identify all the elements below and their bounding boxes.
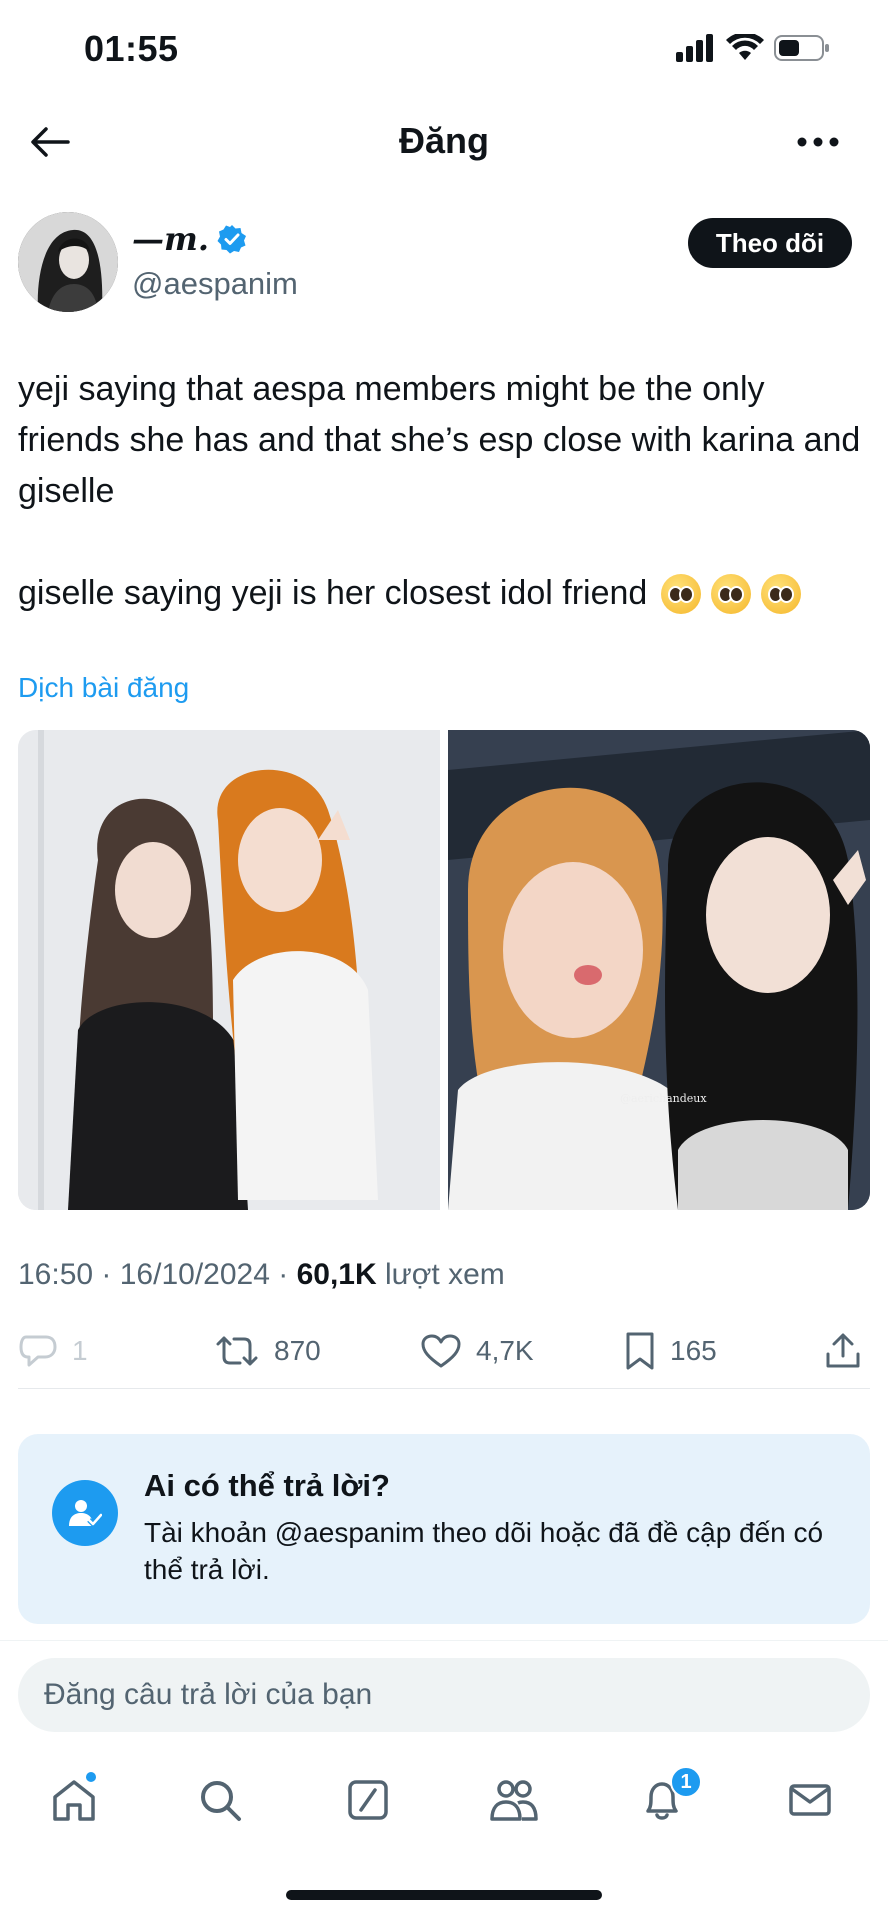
status-bar: 01:55: [0, 0, 888, 100]
bookmark-icon: [626, 1332, 654, 1370]
retweet-count: 870: [274, 1335, 321, 1366]
author-name[interactable]: —m.: [132, 220, 209, 258]
tab-communities[interactable]: [484, 1770, 544, 1830]
bookmark-count: 165: [670, 1335, 717, 1366]
status-icons: [676, 34, 830, 62]
notification-badge: 1: [670, 1766, 702, 1798]
view-count[interactable]: 60,1K: [297, 1258, 377, 1291]
status-time: 01:55: [84, 28, 179, 69]
avatar-photo: [18, 212, 118, 312]
tweet-meta: 16:50 · 16/10/2024 · 60,1K lượt xem: [18, 1258, 505, 1291]
reply-input[interactable]: Đăng câu trả lời của bạn: [18, 1658, 870, 1732]
bookmark-button[interactable]: 165: [624, 1326, 717, 1376]
retweet-button[interactable]: 870: [214, 1326, 321, 1376]
reply-count: 1: [72, 1335, 88, 1366]
share-icon: [826, 1333, 860, 1368]
avatar[interactable]: [18, 212, 118, 312]
mention-user-icon: [52, 1480, 118, 1546]
divider: [0, 1640, 888, 1641]
view-label: lượt xem: [384, 1258, 505, 1291]
grok-icon: [348, 1780, 388, 1820]
pleading-face-emoji: [761, 573, 802, 614]
share-button[interactable]: [824, 1326, 862, 1376]
home-new-indicator: [86, 1772, 96, 1782]
more-options-button[interactable]: [788, 118, 848, 166]
home-icon: [53, 1780, 95, 1821]
translate-post-link[interactable]: Dịch bài đăng: [18, 672, 189, 704]
photo-watermark: @aerichandeux: [620, 1092, 707, 1105]
pleading-face-emoji: [711, 573, 752, 614]
photo-right-image: @aerichandeux: [448, 730, 870, 1210]
retweet-icon: [216, 1336, 258, 1366]
photo-left[interactable]: [18, 730, 440, 1210]
tweet-text-second-paragraph: giselle saying yeji is her closest idol …: [18, 574, 648, 612]
tweet-text-line2: giselle saying yeji is her closest idol …: [18, 568, 870, 619]
verified-badge-icon: [217, 225, 246, 254]
follow-button[interactable]: Theo dõi: [688, 218, 852, 268]
signal-icon: [676, 34, 713, 62]
page-title: Đăng: [399, 120, 489, 161]
nav-bar: Đăng: [0, 110, 888, 174]
who-can-reply-body: Tài khoản @aespanim theo dõi hoặc đã đề …: [144, 1517, 824, 1585]
who-can-reply-card: Ai có thể trả lời? Tài khoản @aespanim t…: [18, 1434, 870, 1624]
divider: [18, 1388, 870, 1389]
tweet-date: 16/10/2024: [119, 1258, 270, 1291]
home-indicator: [286, 1890, 602, 1900]
reply-input-placeholder: Đăng câu trả lời của bạn: [44, 1678, 373, 1711]
reply-icon: [19, 1335, 57, 1367]
more-dots-icon: [797, 137, 839, 147]
pleading-face-emoji: [661, 573, 702, 614]
tweet-text: yeji saying that aespa members might be …: [18, 370, 861, 510]
author-handle[interactable]: @aespanim: [132, 266, 298, 302]
communities-icon: [490, 1780, 538, 1821]
tab-messages[interactable]: [780, 1770, 840, 1830]
heart-icon: [421, 1334, 461, 1368]
who-can-reply-title: Ai có thể trả lời?: [144, 1468, 390, 1503]
photo-right[interactable]: @aerichandeux: [448, 730, 870, 1210]
like-button[interactable]: 4,7K: [420, 1326, 534, 1376]
tweet-actions: 1 870 4,7K 165: [18, 1326, 870, 1376]
battery-icon: [774, 35, 829, 61]
reply-button[interactable]: 1: [18, 1326, 88, 1376]
tab-search[interactable]: [190, 1770, 250, 1830]
mail-icon: [789, 1784, 831, 1816]
author-name-row[interactable]: —m.: [132, 220, 247, 258]
tweet-time: 16:50: [18, 1258, 94, 1291]
photo-left-image: [18, 730, 440, 1210]
tab-grok[interactable]: [338, 1770, 398, 1830]
bottom-tab-bar: 1: [0, 1760, 888, 1840]
like-count: 4,7K: [476, 1335, 534, 1366]
wifi-icon: [726, 34, 764, 60]
media-gallery: @aerichandeux: [18, 730, 870, 1210]
search-icon: [201, 1781, 241, 1821]
